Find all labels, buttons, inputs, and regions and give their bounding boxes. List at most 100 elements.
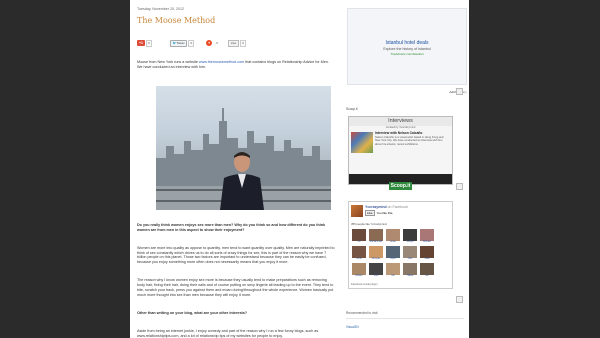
tweet-count: 0	[188, 39, 195, 47]
fb-on-facebook: on Facebook	[387, 205, 408, 209]
fb-fan-name[interactable]: Rui	[420, 275, 434, 277]
fb-fan-item[interactable]: Arielu	[386, 229, 400, 243]
fb-fan-item[interactable]: Hallee	[403, 263, 417, 277]
fb-fan-avatar[interactable]	[369, 263, 383, 275]
fb-fan-avatar[interactable]	[352, 246, 366, 258]
fb-fan-name[interactable]: Sergio	[403, 241, 417, 243]
interview-photo	[156, 85, 331, 210]
recommended-label: Recommended to visit	[346, 311, 378, 315]
google-plus-button[interactable]: +1	[137, 40, 145, 46]
fb-fan-name[interactable]: Sean	[420, 258, 434, 260]
like-count: 0	[240, 39, 246, 47]
scoop-item-title[interactable]: Interview with Nelson Calcaño	[375, 131, 450, 135]
ad-url[interactable]: TripAdvisor.com/Istanbul	[348, 52, 466, 56]
fb-fan-item[interactable]: Rui	[420, 263, 434, 277]
fb-fan-item[interactable]: Ryan	[386, 246, 400, 260]
fb-people-count: 355 people like Yccrazymind.	[351, 222, 388, 226]
fb-fan-item[interactable]: William	[352, 263, 366, 277]
fb-fan-name[interactable]: Monique	[369, 258, 383, 260]
post-column: Tuesday, November 20, 2012 The Moose Met…	[137, 0, 335, 338]
question-1: Do you really think women enjoys sex mor…	[137, 222, 326, 232]
fb-page-title: Yccrazymind	[365, 205, 387, 209]
fb-fan-name[interactable]: Anne	[352, 258, 366, 260]
fb-fan-item[interactable]: Lili	[352, 229, 366, 243]
tweet-button[interactable]: 🐦Tweet	[169, 39, 188, 47]
post-date: Tuesday, November 20, 2012	[137, 7, 184, 11]
fb-fan-avatar[interactable]	[403, 229, 417, 241]
answer-1: Women are more into quality as oppose to…	[137, 245, 335, 265]
fb-page-name[interactable]: Yccrazymind on Facebook	[365, 205, 408, 209]
edit-facebook-icon[interactable]	[456, 296, 463, 303]
fb-fan-name[interactable]: Zwill	[369, 275, 383, 277]
fb-fan-item[interactable]: Sean	[420, 246, 434, 260]
fb-fan-item[interactable]: Anne	[352, 246, 366, 260]
scoop-logo[interactable]: Scoop.it	[388, 182, 413, 190]
fb-fan-item[interactable]: Monique	[369, 246, 383, 260]
answer-2: The reason why I know women enjoy sex mo…	[137, 278, 334, 297]
ad-title[interactable]: Istanbul hotel deals	[348, 40, 466, 46]
share-bar: +1 0 🐦Tweet 0 ✦ 0 Like 0	[137, 39, 335, 47]
adchoices-icon: ▷	[464, 90, 467, 94]
sidebar: Istanbul hotel deals Explore the history…	[345, 0, 469, 329]
fb-fan-item[interactable]: Mit	[386, 263, 400, 277]
scoop-item-desc: Nelson Calcaño is a visual artist based …	[375, 136, 444, 146]
fb-page-thumbnail[interactable]	[351, 205, 363, 217]
divider	[346, 318, 464, 319]
fb-fan-item[interactable]: Sergio	[403, 229, 417, 243]
fb-fan-avatar[interactable]	[369, 229, 383, 241]
fb-fan-avatar[interactable]	[420, 246, 434, 258]
scoop-footer: Scoop.it	[349, 174, 452, 190]
fb-fan-avatar[interactable]	[352, 229, 366, 241]
intro-text-pre: Moose from New York runs a website	[137, 60, 199, 64]
question-2: Other than writing on your blog, what ar…	[137, 310, 248, 315]
stumbleupon-icon[interactable]: ✦	[206, 40, 213, 46]
fb-fan-avatar[interactable]	[420, 229, 434, 241]
fb-like-row: Like You like this.	[365, 210, 393, 216]
website-link[interactable]: www.themoosemethod.com	[199, 60, 244, 64]
fb-fan-name[interactable]: William	[352, 275, 366, 277]
fb-fan-avatar[interactable]	[386, 263, 400, 275]
like-button[interactable]: Like	[227, 39, 240, 47]
fb-fan-name[interactable]: Lili	[352, 241, 366, 243]
fb-fan-item[interactable]: Zwill	[369, 263, 383, 277]
fb-fan-name[interactable]: Nick	[403, 258, 417, 260]
ad-banner[interactable]: Istanbul hotel deals Explore the history…	[347, 8, 467, 85]
answer-3: Aside from being an internet junkie, I e…	[137, 328, 319, 338]
scoop-curated-by: Curated by Yoocrazymind	[385, 126, 416, 129]
fb-fan-name[interactable]: Mohammad	[369, 241, 383, 243]
edit-gadget-icon[interactable]	[456, 88, 463, 95]
fb-fan-item[interactable]: Michael	[420, 229, 434, 243]
google-plus-count: 0	[146, 39, 152, 47]
fb-footer: Facebook social plugin	[351, 283, 378, 286]
scoop-thumbnail[interactable]	[351, 132, 373, 153]
fb-fan-avatar[interactable]	[403, 246, 417, 258]
fb-fan-item[interactable]: Mohammad	[369, 229, 383, 243]
fb-fan-avatar[interactable]	[386, 246, 400, 258]
fb-fan-item[interactable]: Nick	[403, 246, 417, 260]
scoop-header[interactable]: Interviews	[349, 117, 452, 126]
ad-subtitle: Explore the history of Istanbul	[383, 47, 431, 51]
scoop-widget[interactable]: Interviews Curated by Yoocrazymind Inter…	[348, 116, 453, 190]
person-figure	[220, 151, 264, 210]
fb-fan-name[interactable]: Michael	[420, 241, 434, 243]
fb-fan-name[interactable]: Hallee	[403, 275, 417, 277]
recommended-link[interactable]: Visual2N	[346, 325, 469, 329]
fb-fan-avatar[interactable]	[420, 263, 434, 275]
edit-scoop-icon[interactable]	[456, 183, 463, 190]
fb-fan-name[interactable]: Ryan	[386, 258, 400, 260]
fb-fan-name[interactable]: Arielu	[386, 241, 400, 243]
scoop-gadget-label: Scoop.it	[346, 107, 358, 111]
fb-fan-name[interactable]: Mit	[386, 275, 400, 277]
tweet-label: Tweet	[176, 40, 185, 45]
intro-paragraph: Moose from New York runs a website www.t…	[137, 60, 335, 70]
stumbleupon-count: 0	[216, 41, 218, 45]
fb-fan-avatar[interactable]	[352, 263, 366, 275]
facebook-like-box: Yccrazymind on Facebook Like You like thi…	[348, 201, 453, 289]
fb-fan-avatar[interactable]	[386, 229, 400, 241]
blog-page: Tuesday, November 20, 2012 The Moose Met…	[130, 0, 469, 338]
post-title[interactable]: The Moose Method	[137, 16, 335, 25]
fb-fan-avatar[interactable]	[369, 246, 383, 258]
fb-like-button[interactable]: Like	[365, 210, 375, 216]
fb-fan-avatar[interactable]	[403, 263, 417, 275]
fb-faces-grid: Lili Mohammad Arielu Sergio Michael Anne Moniq…	[351, 229, 449, 280]
